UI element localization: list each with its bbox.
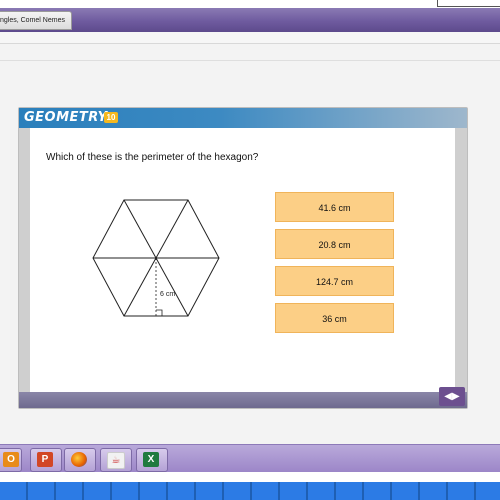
browser-tab-label: ngles, Comel Nemes [0, 17, 65, 24]
left-right-arrows-icon[interactable]: ◀▶ [439, 387, 465, 406]
logo-badge: 10 [104, 112, 118, 123]
divider-line [0, 60, 500, 61]
firefox-icon[interactable] [64, 448, 96, 472]
top-right-box [437, 0, 500, 7]
answer-option-1[interactable]: 41.6 cm [275, 192, 394, 222]
answer-option-4[interactable]: 36 cm [275, 303, 394, 333]
outlook-icon[interactable]: O [0, 448, 22, 472]
toolbar-strip [0, 32, 500, 44]
figure-label: 6 cm [160, 291, 175, 298]
right-arrow-icon: ▶ [452, 391, 460, 402]
geometry-logo: GEOMETRY [24, 110, 108, 125]
java-icon[interactable]: ☕ [100, 448, 132, 472]
quiz-header: GEOMETRY 10 [19, 108, 467, 128]
bottom-gap [0, 472, 500, 482]
title-bar [0, 8, 500, 32]
quiz-panel: Which of these is the perimeter of the h… [30, 128, 455, 392]
answer-option-2[interactable]: 20.8 cm [275, 229, 394, 259]
powerpoint-icon[interactable]: P [30, 448, 62, 472]
quiz-card: GEOMETRY 10 Which of these is the perime… [18, 107, 468, 409]
hexagon-figure: 6 cm [92, 199, 220, 317]
answer-option-3[interactable]: 124.7 cm [275, 266, 394, 296]
top-strip [0, 0, 500, 8]
taskbar: O P ☕ X [0, 444, 500, 472]
browser-tab[interactable]: ngles, Comel Nemes [0, 11, 72, 30]
left-arrow-icon: ◀ [444, 391, 452, 402]
excel-icon[interactable]: X [136, 448, 168, 472]
question-text: Which of these is the perimeter of the h… [46, 152, 259, 163]
bottom-bar [0, 482, 500, 500]
quiz-footer [19, 392, 467, 408]
